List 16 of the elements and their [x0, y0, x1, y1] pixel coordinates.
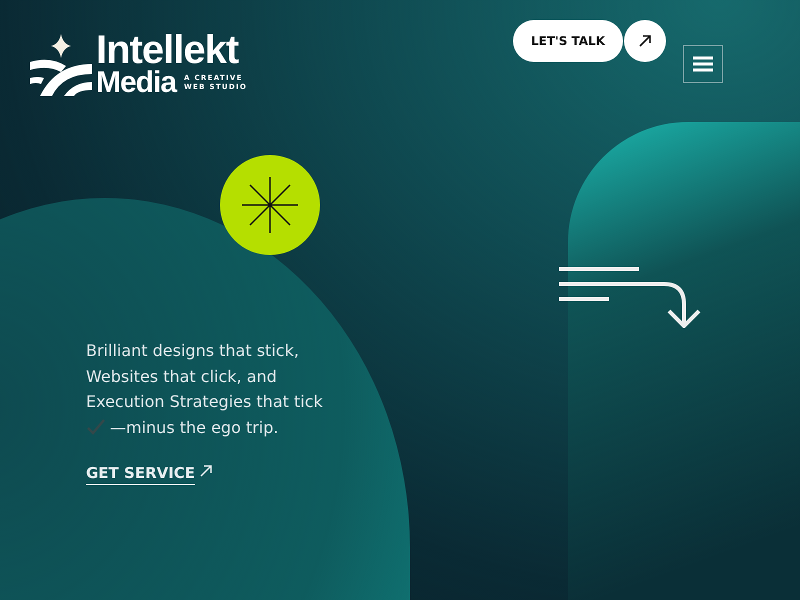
logo-wordmark: Intellekt	[96, 32, 240, 68]
hero-text: Websites that click, and	[86, 366, 278, 388]
hero-text: Brilliant designs that stick,	[86, 340, 300, 362]
arrow-icon	[638, 34, 652, 48]
menu-button[interactable]	[683, 45, 723, 83]
menu-icon	[693, 56, 713, 72]
logo-icon	[28, 34, 94, 98]
asterisk-badge-icon	[220, 155, 320, 255]
hero-text: —minus the ego trip.	[110, 416, 278, 438]
logo-wordmark: Media	[96, 68, 176, 98]
get-service-link[interactable]: GET SERVICE	[86, 464, 196, 485]
lets-talk-button[interactable]: LET'S TALK	[512, 20, 623, 62]
checkmark-icon	[86, 418, 106, 436]
arrow-icon	[199, 464, 214, 478]
arrow-button[interactable]	[624, 20, 666, 62]
hero-text: Execution Strategies that tick	[86, 391, 323, 413]
